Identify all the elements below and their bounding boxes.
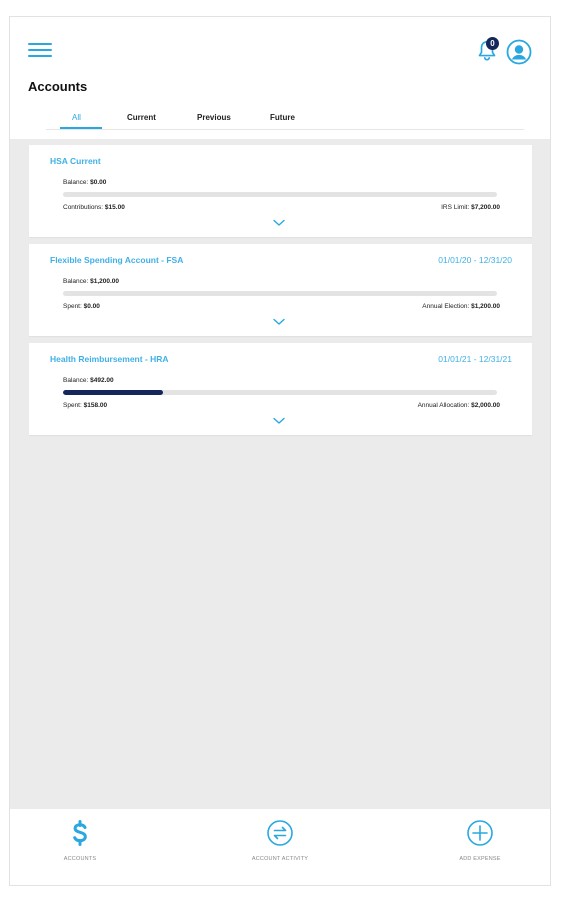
irs-limit-value: $7,200.00 <box>471 204 500 211</box>
hamburger-menu-icon[interactable] <box>28 43 52 61</box>
exchange-icon <box>267 820 293 846</box>
nav-label: ACCOUNT ACTIVITY <box>251 856 309 862</box>
chevron-down-icon[interactable] <box>273 417 285 425</box>
nav-account-activity[interactable]: ACCOUNT ACTIVITY <box>220 819 340 862</box>
annual-allocation-value: $2,000.00 <box>471 402 500 409</box>
annual-election-value: $1,200.00 <box>471 303 500 310</box>
balance-progress-bar <box>63 291 497 296</box>
balance-text: Balance: $492.00 <box>63 377 114 384</box>
tab-future[interactable]: Future <box>270 113 295 122</box>
active-tab-indicator <box>60 127 102 129</box>
nav-label: ACCOUNTS <box>63 856 97 862</box>
app-screen: 0 Accounts All Current Previous Future H… <box>9 16 551 886</box>
nav-accounts[interactable]: ACCOUNTS <box>20 819 140 862</box>
header: 0 Accounts All Current Previous Future <box>10 17 550 139</box>
annual-election-label: Annual Election: <box>422 303 470 310</box>
contributions-value: $15.00 <box>104 204 125 211</box>
balance-progress-bar <box>63 192 497 197</box>
irs-limit-label: IRS Limit: <box>441 204 470 211</box>
notification-badge: 0 <box>486 37 499 50</box>
tab-current[interactable]: Current <box>127 113 156 122</box>
balance-text: Balance: $1,200.00 <box>63 278 119 285</box>
dollar-icon <box>73 820 87 846</box>
account-dates: 01/01/20 - 12/31/20 <box>438 255 512 265</box>
account-card-hra[interactable]: Health Reimbursement - HRA 01/01/21 - 12… <box>29 343 532 435</box>
plus-circle-icon <box>467 820 493 846</box>
progress-fill <box>63 390 163 395</box>
balance-value: $1,200.00 <box>90 278 120 285</box>
annual-allocation-label: Annual Allocation: <box>417 402 470 409</box>
chevron-down-icon[interactable] <box>273 318 285 326</box>
contributions-label: Contributions: <box>63 204 104 211</box>
user-avatar-icon <box>506 39 532 65</box>
spent-text: Spent: $158.00 <box>63 402 107 409</box>
tab-previous[interactable]: Previous <box>197 113 231 122</box>
spent-label: Spent: <box>63 303 82 310</box>
annual-election-text: Annual Election: $1,200.00 <box>422 303 500 310</box>
balance-label: Balance: <box>63 377 89 384</box>
contributions-text: Contributions: $15.00 <box>63 204 125 211</box>
balance-value: $0.00 <box>90 179 107 186</box>
account-tabs: All Current Previous Future <box>46 113 524 130</box>
account-name[interactable]: Health Reimbursement - HRA <box>50 354 169 364</box>
spent-value: $0.00 <box>83 303 100 310</box>
account-name[interactable]: Flexible Spending Account - FSA <box>50 255 183 265</box>
spent-value: $158.00 <box>83 402 108 409</box>
nav-add-expense[interactable]: ADD EXPENSE <box>420 819 540 862</box>
balance-value: $492.00 <box>90 377 114 384</box>
account-dates: 01/01/21 - 12/31/21 <box>438 354 512 364</box>
spent-text: Spent: $0.00 <box>63 303 100 310</box>
chevron-down-icon[interactable] <box>273 219 285 227</box>
account-name[interactable]: HSA Current <box>50 156 101 166</box>
balance-progress-bar <box>63 390 497 395</box>
nav-label: ADD EXPENSE <box>459 856 501 862</box>
account-card-fsa[interactable]: Flexible Spending Account - FSA 01/01/20… <box>29 244 532 336</box>
notifications-button[interactable]: 0 <box>476 37 500 65</box>
balance-label: Balance: <box>63 278 89 285</box>
balance-text: Balance: $0.00 <box>63 179 106 186</box>
bottom-navigation: ACCOUNTS ACCOUNT ACTIVITY ADD EXPENSE <box>10 809 550 885</box>
account-card-hsa[interactable]: HSA Current Balance: $0.00 Contributions… <box>29 145 532 237</box>
spent-label: Spent: <box>63 402 82 409</box>
tab-all[interactable]: All <box>72 113 81 122</box>
page-title: Accounts <box>28 79 88 94</box>
annual-allocation-text: Annual Allocation: $2,000.00 <box>418 402 500 409</box>
irs-limit-text: IRS Limit: $7,200.00 <box>441 204 500 211</box>
profile-button[interactable] <box>506 39 532 65</box>
balance-label: Balance: <box>63 179 89 186</box>
